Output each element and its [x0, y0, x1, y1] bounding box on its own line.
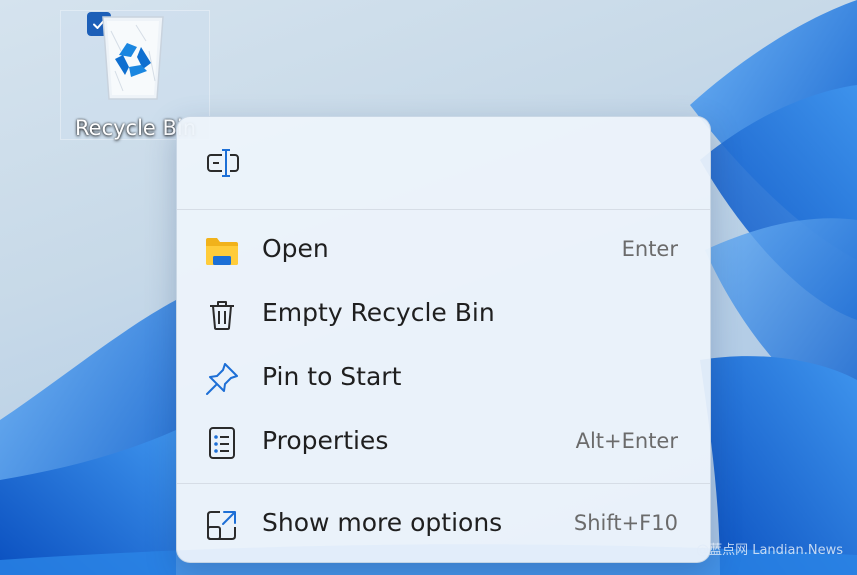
expand-icon: [205, 508, 239, 542]
trash-icon: [205, 298, 239, 332]
context-menu: Open Enter Empty Recycle Bin Pin to Star…: [176, 116, 711, 563]
menu-divider: [177, 209, 710, 210]
desktop: Recycle Bin Open Enter Empty Recycle Bin…: [0, 0, 857, 575]
recycle-bin-icon: [102, 16, 164, 100]
menu-divider: [177, 483, 710, 484]
menu-item-label: Empty Recycle Bin: [262, 298, 495, 327]
watermark: @蓝点网 Landian.News: [696, 543, 843, 558]
properties-icon: [205, 426, 239, 460]
menu-item-label: Properties: [262, 426, 389, 455]
menu-item-open[interactable]: Open Enter: [177, 221, 710, 279]
menu-item-label: Open: [262, 234, 329, 263]
menu-item-label: Pin to Start: [262, 362, 402, 391]
menu-item-properties[interactable]: Properties Alt+Enter: [177, 413, 710, 471]
menu-item-show-more-options[interactable]: Show more options Shift+F10: [177, 495, 710, 553]
menu-item-shortcut: Enter: [621, 237, 678, 261]
menu-item-empty-recycle-bin[interactable]: Empty Recycle Bin: [177, 285, 710, 343]
pin-icon: [205, 362, 239, 396]
menu-item-label: Show more options: [262, 508, 503, 537]
rename-icon: [207, 149, 239, 177]
rename-button[interactable]: [203, 145, 245, 181]
folder-icon: [205, 234, 239, 268]
menu-item-shortcut: Shift+F10: [573, 511, 678, 535]
context-menu-quick-actions: [177, 117, 710, 209]
menu-item-pin-to-start[interactable]: Pin to Start: [177, 349, 710, 407]
menu-item-shortcut: Alt+Enter: [575, 429, 678, 453]
